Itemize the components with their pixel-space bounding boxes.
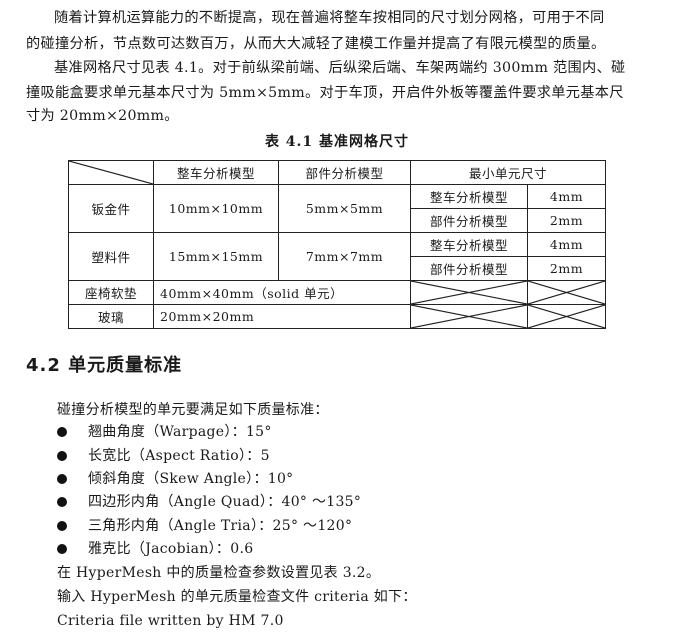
table-row: 塑料件 15mm×15mm 7mm×7mm 整车分析模型 4mm — [68, 232, 606, 281]
list-item: 长宽比（Aspect Ratio）：5 — [88, 448, 270, 464]
section-heading: 4.2 单元质量标准 — [26, 355, 183, 376]
crossed-empty-cell — [527, 280, 606, 305]
min-model-cell: 部件分析模型 — [410, 208, 528, 233]
min-size-cell: 2mm — [527, 256, 606, 281]
diagonal-header-cell — [68, 160, 154, 185]
min-size-cell: 4mm — [527, 184, 606, 209]
table-caption: 表 4.1 基准网格尺寸 — [264, 134, 410, 150]
min-model-cell: 整车分析模型 — [410, 184, 528, 209]
bullet-icon — [57, 427, 67, 437]
min-size-cell: 4mm — [527, 232, 606, 257]
part-cell: 塑料件 — [68, 232, 154, 281]
list-item: 雅克比（Jacobian）：0.6 — [88, 541, 254, 557]
crossed-empty-cell — [410, 280, 528, 305]
para-line: 撞吸能盒要求单元基本尺寸为 5mm×5mm。对于车顶，开启件外板等覆盖件要求单元… — [26, 85, 624, 101]
bullet-icon — [57, 521, 67, 531]
body-line: 输入 HyperMesh 的单元质量检查文件 criteria 如下： — [57, 589, 417, 605]
min-model-cell: 部件分析模型 — [410, 256, 528, 281]
para-line: 的碰撞分析，节点数可达数百万，从而大大减轻了建模工作量并提高了有限元模型的质量。 — [26, 36, 606, 52]
table-header-row: 整车分析模型 部件分析模型 最小单元尺寸 — [68, 160, 606, 185]
list-item: 四边形内角（Angle Quad）：40° ～135° — [88, 494, 362, 510]
list-item: 翘曲角度（Warpage）：15° — [88, 424, 272, 440]
bullet-icon — [57, 497, 67, 507]
mesh-size-table: 整车分析模型 部件分析模型 最小单元尺寸 钣金件 10mm×10mm 5mm×5… — [68, 160, 606, 329]
table-row: 钣金件 10mm×10mm 5mm×5mm 整车分析模型 4mm — [68, 184, 606, 233]
list-item: 三角形内角（Angle Tria）：25° ～120° — [88, 518, 353, 534]
min-model-cell: 整车分析模型 — [410, 232, 528, 257]
section-intro: 碰撞分析模型的单元要满足如下质量标准： — [57, 402, 329, 418]
header-component-model: 部件分析模型 — [278, 160, 411, 185]
table-row: 玻璃 20mm×20mm — [68, 304, 606, 329]
merged-size-cell: 40mm×40mm（solid 单元） — [153, 280, 411, 305]
header-min-size: 最小单元尺寸 — [410, 160, 606, 185]
crossed-empty-cell — [410, 304, 528, 329]
crossed-empty-cell — [527, 304, 606, 329]
para-line: 基准网格尺寸见表 4.1。对于前纵梁前端、后纵梁后端、车架两端约 300mm 范… — [54, 60, 626, 76]
body-line: 在 HyperMesh 中的质量检查参数设置见表 3.2。 — [57, 565, 381, 581]
part-cell: 钣金件 — [68, 184, 154, 233]
merged-size-cell: 20mm×20mm — [153, 304, 411, 329]
component-model-cell: 7mm×7mm — [278, 232, 411, 281]
body-line: Criteria file written by HM 7.0 — [57, 613, 284, 629]
part-cell: 玻璃 — [68, 304, 154, 329]
header-full-model: 整车分析模型 — [153, 160, 279, 185]
component-model-cell: 5mm×5mm — [278, 184, 411, 233]
bullet-icon — [57, 451, 67, 461]
min-size-cell: 2mm — [527, 208, 606, 233]
full-model-cell: 10mm×10mm — [153, 184, 279, 233]
bullet-icon — [57, 474, 67, 484]
bullet-icon — [57, 544, 67, 554]
list-item: 倾斜角度（Skew Angle）：10° — [88, 471, 294, 487]
full-model-cell: 15mm×15mm — [153, 232, 279, 281]
para-line: 随着计算机运算能力的不断提高，现在普遍将整车按相同的尺寸划分网格，可用于不同 — [54, 10, 605, 26]
part-cell: 座椅软垫 — [68, 280, 154, 305]
table-row: 座椅软垫 40mm×40mm（solid 单元） — [68, 280, 606, 305]
para-line: 寸为 20mm×20mm。 — [26, 108, 179, 124]
